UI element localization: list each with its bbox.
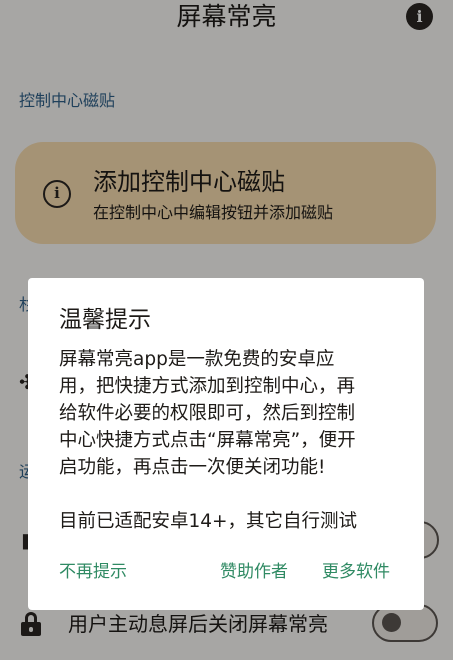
- dont-show-again-button[interactable]: 不再提示: [59, 560, 127, 584]
- dialog-line: 中心快捷方式点击“屏幕常亮”，便开: [59, 430, 356, 451]
- more-apps-button[interactable]: 更多软件: [322, 560, 390, 584]
- dialog-line: 屏幕常亮app是一款免费的安卓应: [59, 349, 335, 370]
- dialog-message: 屏幕常亮app是一款免费的安卓应 用，把快捷方式添加到控制中心，再 给软件必要的…: [59, 346, 399, 535]
- dialog-line: 给软件必要的权限即可，然后到控制: [59, 403, 356, 424]
- dialog-title: 温馨提示: [59, 307, 151, 333]
- tips-dialog: 温馨提示 屏幕常亮app是一款免费的安卓应 用，把快捷方式添加到控制中心，再 给…: [28, 278, 424, 610]
- dialog-line: 启功能，再点击一次便关闭功能!: [59, 457, 326, 478]
- sponsor-author-button[interactable]: 赞助作者: [220, 560, 288, 584]
- dialog-line: 用，把快捷方式添加到控制中心，再: [59, 376, 356, 397]
- dialog-line: 目前已适配安卓14+，其它自行测试: [59, 511, 358, 532]
